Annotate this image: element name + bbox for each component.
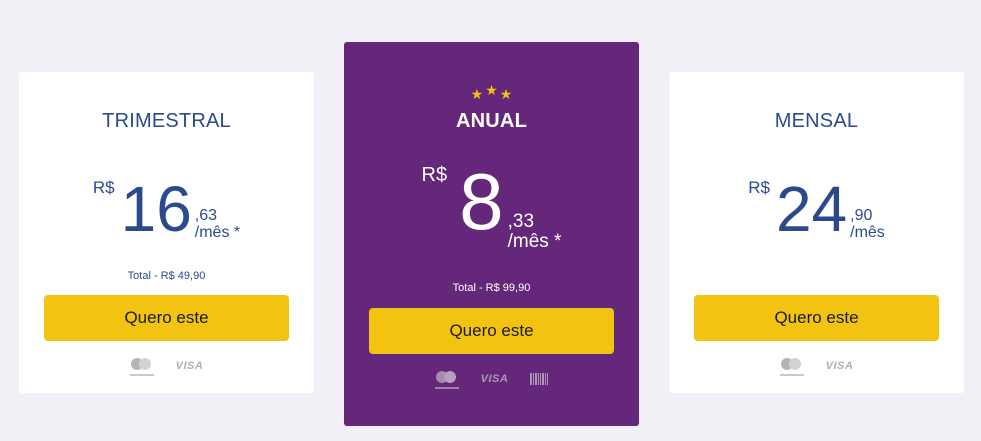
price-period: /mês: [850, 224, 885, 241]
plan-title: MENSAL: [774, 110, 859, 132]
price: R$ 8 ,33 /mês *: [344, 157, 639, 252]
plan-title: ANUAL: [456, 110, 527, 132]
payment-methods: VISA: [344, 369, 639, 389]
star-icon: ★: [485, 82, 498, 98]
mastercard-icon: [779, 356, 804, 376]
price-period: /mês *: [194, 224, 241, 241]
plan-card-mensal: MENSAL R$ 24 ,90 /mês Quero este VISA: [669, 72, 964, 393]
star-icon: ★: [499, 86, 513, 102]
mastercard-icon: [129, 356, 154, 376]
stars-rating: ★ ★ ★: [344, 82, 639, 104]
price-amount: 24: [775, 173, 848, 245]
choose-plan-button[interactable]: Quero este: [694, 295, 939, 341]
visa-icon: VISA: [480, 373, 509, 385]
plan-title: TRIMESTRAL: [102, 110, 231, 132]
currency-symbol: R$: [748, 178, 770, 197]
plan-card-trimestral: TRIMESTRAL R$ 16 ,63 /mês * Total - R$ 4…: [19, 72, 314, 393]
total-price: Total - R$ 49,90: [127, 270, 206, 282]
boleto-barcode-icon: [530, 373, 549, 385]
price: R$ 24 ,90 /mês: [669, 173, 964, 245]
price-amount: 16: [120, 173, 192, 245]
total-price: Total - R$ 99,90: [452, 282, 531, 294]
plan-card-anual: ★ ★ ★ ANUAL R$ 8 ,33 /mês * Total - R$ 99,…: [344, 42, 639, 426]
choose-plan-button[interactable]: Quero este: [44, 295, 289, 341]
visa-icon: VISA: [175, 360, 204, 372]
payment-methods: VISA: [669, 356, 964, 376]
choose-plan-button[interactable]: Quero este: [369, 308, 614, 354]
visa-icon: VISA: [825, 360, 854, 372]
price: R$ 16 ,63 /mês *: [19, 173, 314, 245]
star-icon: ★: [470, 86, 484, 102]
currency-symbol: R$: [421, 164, 448, 186]
price-cents: ,90: [850, 207, 873, 224]
price-amount: 8: [459, 157, 504, 246]
price-cents: ,63: [194, 207, 218, 224]
payment-methods: VISA: [19, 356, 314, 376]
price-period: /mês *: [507, 231, 562, 252]
currency-symbol: R$: [92, 178, 115, 197]
price-cents: ,33: [507, 211, 535, 232]
mastercard-icon: [434, 369, 459, 389]
